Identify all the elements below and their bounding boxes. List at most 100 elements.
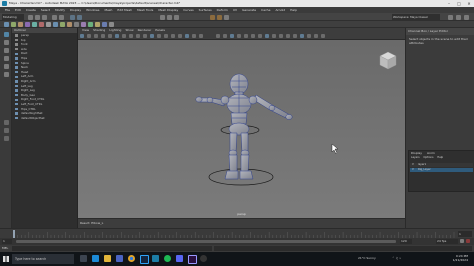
options-menu[interactable]: Options bbox=[423, 156, 433, 159]
viewport-tool-icon[interactable] bbox=[178, 34, 182, 38]
viewport-menu-show[interactable]: Show bbox=[125, 28, 133, 33]
move-tool-icon[interactable] bbox=[3, 56, 9, 61]
start-button-icon[interactable] bbox=[3, 255, 9, 262]
minimize-button[interactable]: – bbox=[444, 0, 454, 7]
command-input[interactable] bbox=[12, 246, 212, 251]
viewport-tool-icon[interactable] bbox=[171, 34, 175, 38]
maya-taskbar-icon[interactable] bbox=[152, 255, 159, 262]
shelf-tool-icon[interactable] bbox=[46, 22, 51, 27]
play-icon[interactable] bbox=[460, 239, 464, 243]
viewport-tool-icon[interactable] bbox=[199, 34, 203, 38]
viewport-menu-view[interactable]: View bbox=[82, 28, 89, 33]
viewport-tool-icon[interactable] bbox=[192, 34, 196, 38]
viewport-tool-icon[interactable] bbox=[185, 34, 189, 38]
edge-browser-icon[interactable] bbox=[92, 255, 99, 262]
shelf-tool-icon[interactable] bbox=[74, 22, 79, 27]
file-explorer-icon[interactable] bbox=[104, 255, 111, 262]
viewport-menu-lighting[interactable]: Lighting bbox=[109, 28, 121, 33]
close-button[interactable]: ✕ bbox=[464, 0, 474, 7]
render-settings-icon[interactable] bbox=[224, 14, 229, 20]
mel-label[interactable]: MEL bbox=[2, 246, 8, 251]
viewport-tool-icon[interactable] bbox=[101, 34, 105, 38]
viewport-tool-icon[interactable] bbox=[164, 34, 168, 38]
shelf-tool-icon[interactable] bbox=[81, 22, 86, 27]
mode-select[interactable]: Modeling bbox=[2, 14, 24, 20]
shelf-tool-icon[interactable] bbox=[60, 22, 65, 27]
viewport-tool-icon[interactable] bbox=[265, 34, 269, 38]
fps-select[interactable]: 24 fps bbox=[436, 239, 458, 244]
viewport-tool-icon[interactable] bbox=[80, 34, 84, 38]
tray-icons[interactable]: ⌃ ♫ ⌁ bbox=[392, 256, 401, 260]
task-view-icon[interactable] bbox=[80, 255, 87, 262]
select-by-hierarchy-icon[interactable] bbox=[70, 14, 75, 20]
viewport-tool-icon[interactable] bbox=[108, 34, 112, 38]
viewport-tool-icon[interactable] bbox=[307, 34, 311, 38]
shelf-tool-icon[interactable] bbox=[39, 22, 44, 27]
tool-settings-toggle-icon[interactable] bbox=[464, 14, 469, 20]
obs-icon[interactable] bbox=[200, 255, 207, 262]
viewport-tool-icon[interactable] bbox=[251, 34, 255, 38]
shelf-tool-icon[interactable] bbox=[109, 22, 114, 27]
viewport-tool-icon[interactable] bbox=[94, 34, 98, 38]
select-by-object-icon[interactable] bbox=[77, 14, 82, 20]
viewport-tool-icon[interactable] bbox=[157, 34, 161, 38]
shelf-tool-icon[interactable] bbox=[4, 22, 9, 27]
spotify-icon[interactable] bbox=[164, 255, 171, 262]
viewport-tool-icon[interactable] bbox=[293, 34, 297, 38]
layer-tab-display[interactable]: Display bbox=[411, 151, 422, 155]
viewport-tool-icon[interactable] bbox=[237, 34, 241, 38]
outliner-layout-icon[interactable] bbox=[3, 136, 9, 141]
shelf-tool-icon[interactable] bbox=[102, 22, 107, 27]
snap-point-icon[interactable] bbox=[174, 14, 179, 20]
viewport-tool-icon[interactable] bbox=[136, 34, 140, 38]
paint-select-tool-icon[interactable] bbox=[3, 48, 9, 53]
layers-menu[interactable]: Layers bbox=[411, 156, 420, 159]
attribute-editor-toggle-icon[interactable] bbox=[448, 14, 453, 20]
layer-row[interactable]: V Rig_Layer bbox=[410, 168, 473, 172]
viewport-scene[interactable] bbox=[78, 40, 405, 218]
range-bar[interactable] bbox=[16, 240, 396, 243]
viewport-tool-icon[interactable] bbox=[321, 34, 325, 38]
chrome-icon[interactable] bbox=[128, 255, 135, 262]
viewport-tool-icon[interactable] bbox=[279, 34, 283, 38]
undo-icon[interactable] bbox=[52, 14, 57, 20]
photoshop-icon[interactable] bbox=[140, 255, 149, 264]
viewport-tool-icon[interactable] bbox=[115, 34, 119, 38]
shelf-tool-icon[interactable] bbox=[11, 22, 16, 27]
lasso-tool-icon[interactable] bbox=[3, 40, 9, 45]
shelf-tool-icon[interactable] bbox=[88, 22, 93, 27]
viewport-tool-icon[interactable] bbox=[150, 34, 154, 38]
premiere-icon[interactable] bbox=[188, 255, 197, 264]
range-start-field[interactable]: 1 bbox=[2, 239, 12, 244]
new-scene-icon[interactable] bbox=[28, 14, 33, 20]
viewport-tool-icon[interactable] bbox=[216, 34, 220, 38]
viewport-menu-panels[interactable]: Panels bbox=[155, 28, 165, 33]
viewport-tool-icon[interactable] bbox=[286, 34, 290, 38]
save-scene-icon[interactable] bbox=[42, 14, 47, 20]
shelf-tool-icon[interactable] bbox=[18, 22, 23, 27]
workspace-select[interactable]: Workspace: Maya Classic bbox=[392, 14, 440, 20]
current-frame-field[interactable]: 1 bbox=[458, 231, 472, 237]
shelf-tool-icon[interactable] bbox=[95, 22, 100, 27]
render-icon[interactable] bbox=[210, 14, 215, 20]
viewport-menu-renderer[interactable]: Renderer bbox=[138, 28, 152, 33]
layer-visibility-toggle[interactable]: V bbox=[412, 168, 414, 172]
scale-tool-icon[interactable] bbox=[3, 72, 9, 77]
snap-grid-icon[interactable] bbox=[160, 14, 165, 20]
maximize-button[interactable]: □ bbox=[454, 0, 464, 7]
viewport-3d[interactable]: persp bbox=[78, 40, 405, 218]
help-menu[interactable]: Help bbox=[437, 156, 443, 159]
discord-icon[interactable] bbox=[176, 255, 183, 262]
range-end-field[interactable]: 120 bbox=[400, 239, 412, 244]
viewport-tool-icon[interactable] bbox=[314, 34, 318, 38]
viewport-tool-icon[interactable] bbox=[258, 34, 262, 38]
weather-widget[interactable]: 21°C Sunny bbox=[358, 256, 376, 260]
channel-box-toggle-icon[interactable] bbox=[456, 14, 461, 20]
ipr-render-icon[interactable] bbox=[217, 14, 222, 20]
viewport-tool-icon[interactable] bbox=[223, 34, 227, 38]
shelf-tool-icon[interactable] bbox=[67, 22, 72, 27]
viewport-tool-icon[interactable] bbox=[244, 34, 248, 38]
select-tool-icon[interactable] bbox=[3, 32, 9, 37]
attribute-editor-tab[interactable]: Channel Box / Layer Editor bbox=[406, 28, 474, 35]
viewport-tool-icon[interactable] bbox=[272, 34, 276, 38]
